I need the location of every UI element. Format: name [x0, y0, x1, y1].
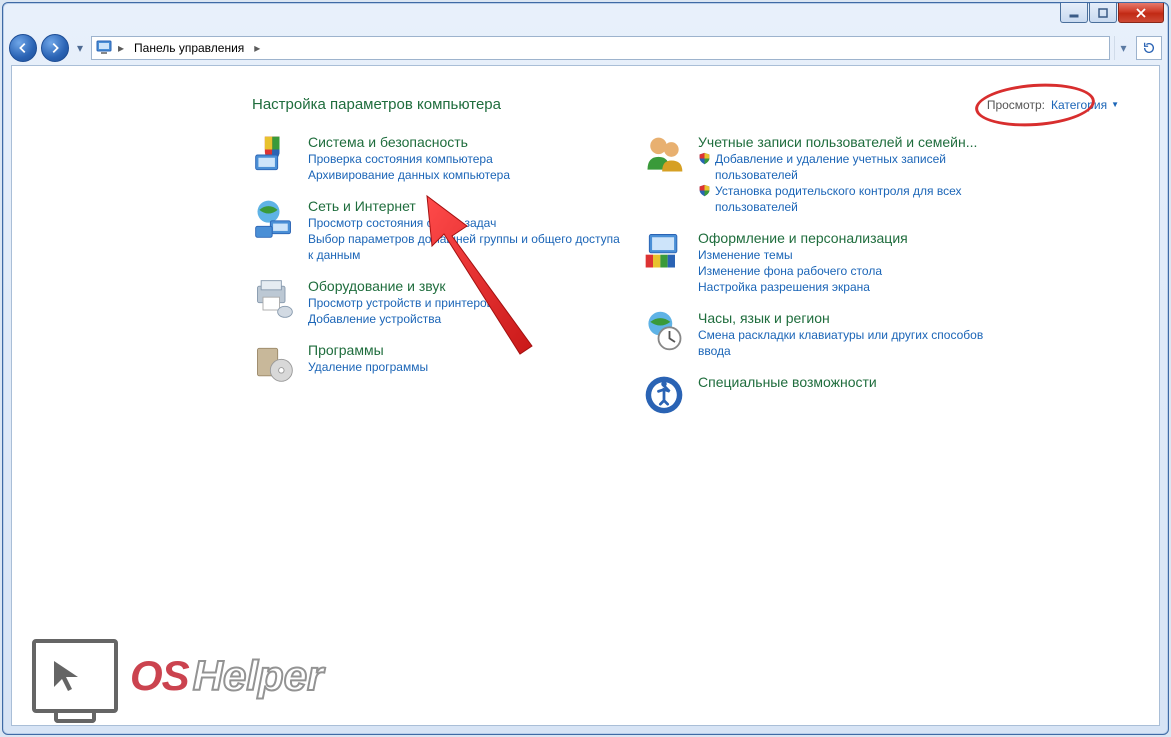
link-clock-region[interactable]: Часы, язык и регион [698, 309, 1012, 327]
watermark: OS Helper [32, 639, 323, 713]
view-value-text: Категория [1051, 98, 1107, 112]
window-frame: ▾ ▸ Панель управления ▸ ▾ Настройка пара… [2, 2, 1169, 735]
link-ease-of-access[interactable]: Специальные возможности [698, 373, 1012, 391]
category-ease-of-access: Специальные возможности [642, 373, 1012, 420]
left-column: Система и безопасность Проверка состояни… [252, 133, 622, 420]
printer-mouse-icon [252, 277, 296, 327]
breadcrumb-separator: ▸ [252, 41, 262, 55]
link-change-theme[interactable]: Изменение темы [698, 247, 1012, 263]
link-network[interactable]: Сеть и Интернет [308, 197, 622, 215]
link-network-status[interactable]: Просмотр состояния сети и задач [308, 215, 622, 231]
people-icon [642, 133, 686, 215]
close-button[interactable] [1118, 3, 1164, 23]
content-area: Настройка параметров компьютера Просмотр… [11, 65, 1160, 726]
watermark-helper-text: Helper [193, 652, 324, 700]
watermark-monitor-icon [32, 639, 118, 713]
link-hardware[interactable]: Оборудование и звук [308, 277, 622, 295]
globe-network-icon [252, 197, 296, 263]
link-change-wallpaper[interactable]: Изменение фона рабочего стола [698, 263, 1012, 279]
category-system-security: Система и безопасность Проверка состояни… [252, 133, 622, 183]
link-keyboard-layout[interactable]: Смена раскладки клавиатуры или других сп… [698, 327, 1012, 359]
category-clock-region: Часы, язык и регион Смена раскладки клав… [642, 309, 1012, 359]
breadcrumb-root[interactable]: Панель управления [130, 39, 248, 57]
breadcrumb-separator: ▸ [116, 41, 126, 55]
chevron-down-icon: ▼ [1111, 100, 1119, 109]
navigation-bar: ▾ ▸ Панель управления ▸ ▾ [3, 31, 1168, 65]
category-programs: Программы Удаление программы [252, 341, 622, 388]
refresh-button[interactable] [1136, 36, 1162, 60]
address-bar[interactable]: ▸ Панель управления ▸ [91, 36, 1110, 60]
link-add-remove-accounts[interactable]: Добавление и удаление учетных записей по… [698, 151, 1012, 183]
link-screen-resolution[interactable]: Настройка разрешения экрана [698, 279, 1012, 295]
titlebar [3, 3, 1168, 31]
link-programs[interactable]: Программы [308, 341, 622, 359]
link-uninstall[interactable]: Удаление программы [308, 359, 622, 375]
link-check-status[interactable]: Проверка состояния компьютера [308, 151, 622, 167]
page-title: Настройка параметров компьютера [252, 96, 501, 113]
link-parental-controls-text: Установка родительского контроля для все… [715, 183, 1012, 215]
watermark-os-text: OS [130, 652, 189, 700]
link-system-security[interactable]: Система и безопасность [308, 133, 622, 151]
heading-row: Настройка параметров компьютера Просмотр… [12, 86, 1159, 133]
maximize-button[interactable] [1089, 3, 1117, 23]
monitor-palette-icon [642, 229, 686, 295]
link-homegroup[interactable]: Выбор параметров домашней группы и общег… [308, 231, 622, 263]
forward-button[interactable] [41, 34, 69, 62]
category-appearance: Оформление и персонализация Изменение те… [642, 229, 1012, 295]
link-appearance[interactable]: Оформление и персонализация [698, 229, 1012, 247]
link-add-remove-accounts-text: Добавление и удаление учетных записей по… [715, 151, 1012, 183]
clock-globe-icon [642, 309, 686, 359]
ease-of-access-icon [642, 373, 686, 420]
link-parental-controls[interactable]: Установка родительского контроля для все… [698, 183, 1012, 215]
shield-monitor-icon [252, 133, 296, 183]
box-disc-icon [252, 341, 296, 388]
link-add-device[interactable]: Добавление устройства [308, 311, 622, 327]
address-dropdown[interactable]: ▾ [1114, 36, 1132, 60]
category-network: Сеть и Интернет Просмотр состояния сети … [252, 197, 622, 263]
back-button[interactable] [9, 34, 37, 62]
link-devices-printers[interactable]: Просмотр устройств и принтеров [308, 295, 622, 311]
control-panel-icon [96, 39, 112, 58]
link-accounts[interactable]: Учетные записи пользователей и семейн... [698, 133, 1012, 151]
view-label: Просмотр: [987, 98, 1045, 112]
history-dropdown[interactable]: ▾ [73, 41, 87, 55]
link-backup[interactable]: Архивирование данных компьютера [308, 167, 622, 183]
right-column: Учетные записи пользователей и семейн...… [642, 133, 1012, 420]
view-dropdown[interactable]: Категория ▼ [1051, 98, 1119, 112]
category-accounts: Учетные записи пользователей и семейн...… [642, 133, 1012, 215]
category-hardware: Оборудование и звук Просмотр устройств и… [252, 277, 622, 327]
minimize-button[interactable] [1060, 3, 1088, 23]
